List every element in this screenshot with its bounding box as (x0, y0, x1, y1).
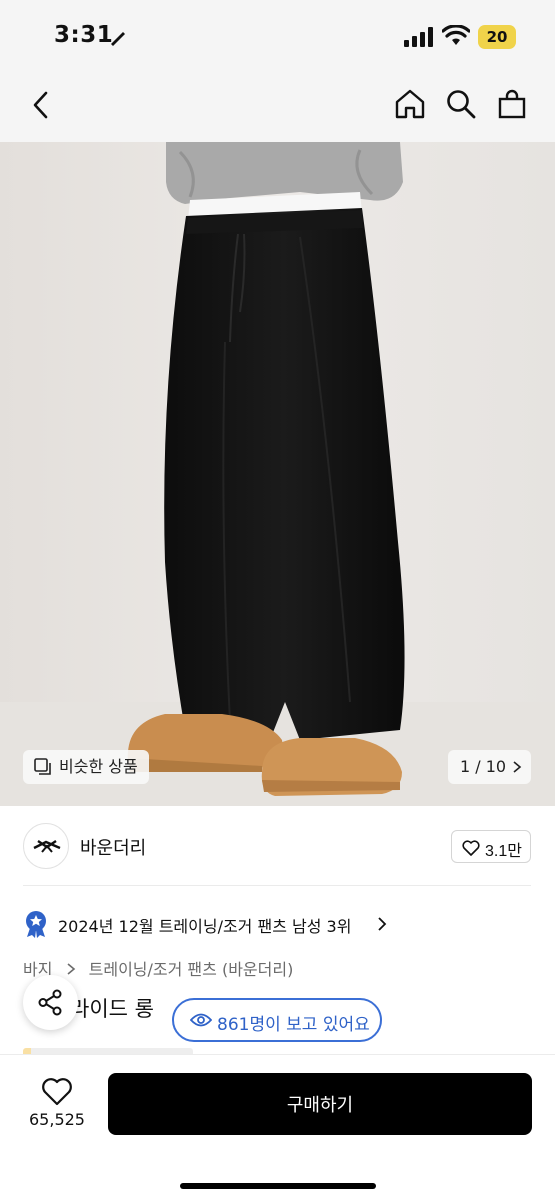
image-counter-text: 1 / 10 (460, 757, 507, 776)
similar-products-button[interactable]: 비슷한 상품 (23, 750, 149, 784)
similar-icon (34, 758, 51, 775)
wifi-icon (442, 25, 470, 45)
nav-bar (0, 72, 555, 142)
chevron-right-icon (513, 761, 522, 773)
similar-products-label: 비슷한 상품 (59, 757, 138, 776)
search-icon[interactable] (445, 88, 477, 120)
cart-icon[interactable] (496, 88, 528, 120)
heart-icon[interactable] (41, 1077, 73, 1107)
signal-icon (404, 27, 433, 47)
image-counter[interactable]: 1 / 10 (448, 750, 531, 784)
location-arrow-icon (111, 32, 125, 46)
product-title: 라이드 롱 (70, 997, 154, 1021)
viewers-badge: 861명이 보고 있어요 (172, 998, 382, 1042)
share-icon (38, 989, 62, 1016)
buy-button[interactable]: 구매하기 (108, 1073, 532, 1135)
breadcrumb: 바지 트레이닝/조거 팬츠 (바운더리) (23, 956, 293, 980)
brand-name[interactable]: 바운더리 (80, 834, 146, 860)
chevron-right-icon (378, 917, 387, 931)
wish-count: 65,525 (29, 1110, 85, 1129)
status-time: 3:31 (54, 22, 114, 48)
heart-icon (462, 840, 480, 856)
brand-logo-icon (33, 840, 61, 853)
ranking-badge-icon (26, 911, 46, 938)
home-indicator (180, 1183, 376, 1189)
eye-icon (190, 1013, 212, 1027)
back-icon[interactable] (26, 89, 58, 121)
home-icon[interactable] (394, 88, 426, 120)
product-photo-illustration (0, 142, 555, 806)
share-button[interactable] (23, 975, 78, 1030)
ranking-text: 2024년 12월 트레이닝/조거 팬츠 남성 3위 (58, 917, 352, 936)
bottom-bar: 65,525 구매하기 (0, 1054, 555, 1200)
divider (23, 885, 531, 886)
like-button[interactable]: 3.1만 (451, 830, 531, 863)
product-image[interactable] (0, 142, 555, 806)
brand-row[interactable]: 바운더리 3.1만 (0, 806, 555, 886)
viewers-text: 861명이 보고 있어요 (217, 1015, 370, 1035)
brand-logo[interactable] (23, 823, 69, 869)
breadcrumb-item-category[interactable]: 트레이닝/조거 팬츠 (바운더리) (89, 956, 294, 980)
like-count: 3.1만 (485, 843, 522, 860)
battery-indicator: 20 (478, 25, 516, 49)
chevron-right-icon (67, 963, 75, 975)
status-bar: 3:31 20 (0, 0, 555, 72)
